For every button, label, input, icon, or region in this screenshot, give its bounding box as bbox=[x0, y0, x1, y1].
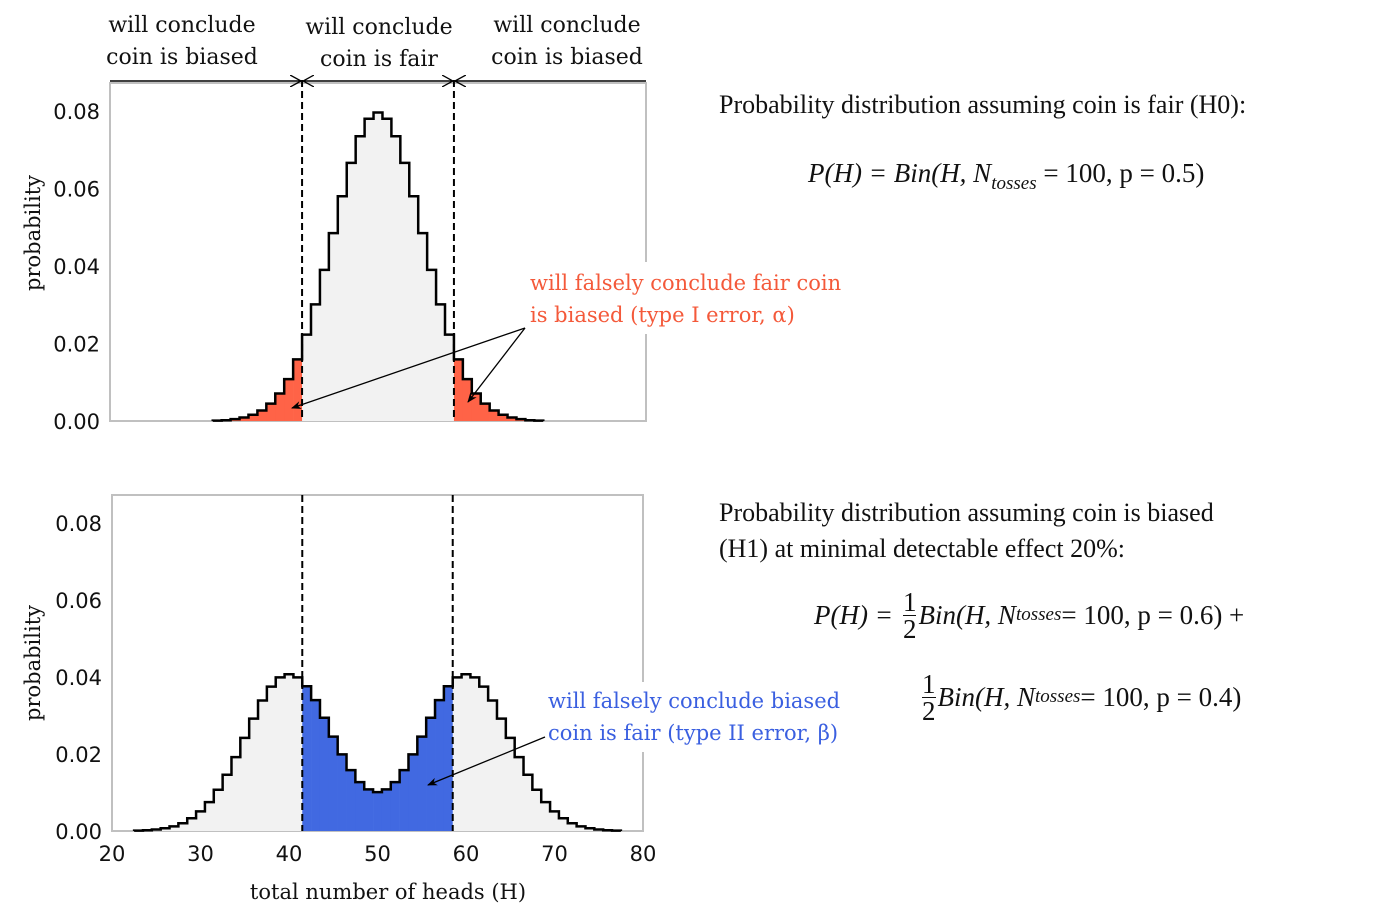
histogram-bar-49 bbox=[364, 789, 374, 831]
histogram-bar-42 bbox=[302, 334, 312, 421]
histogram-bar-38 bbox=[266, 403, 276, 421]
y-tick-label: 0.04 bbox=[55, 666, 102, 690]
histogram-bar-37 bbox=[258, 700, 268, 831]
type2-annotation-line2: coin is fair (type II error, β) bbox=[548, 721, 838, 745]
histogram-bar-52 bbox=[391, 136, 401, 421]
x-tick-label: 20 bbox=[99, 842, 126, 866]
histogram-bar-46 bbox=[337, 196, 348, 421]
top-y-axis-label: probability bbox=[21, 175, 45, 291]
histogram-bar-30 bbox=[196, 811, 206, 831]
type1-annotation-line1: will falsely conclude fair coin bbox=[530, 271, 841, 295]
histogram-bar-51 bbox=[381, 789, 392, 831]
h1-formula-line1: P(H) = 12 Bin(H, Ntosses = 100, p = 0.6)… bbox=[814, 582, 1244, 648]
region-middle-label-line1: will conclude bbox=[305, 15, 452, 40]
histogram-bar-40 bbox=[284, 379, 294, 421]
histogram-bar-31 bbox=[204, 802, 215, 831]
histogram-bar-52 bbox=[390, 782, 400, 831]
histogram-bar-32 bbox=[213, 789, 223, 831]
histogram-bar-42 bbox=[302, 686, 312, 831]
y-tick-label: 0.08 bbox=[55, 512, 102, 536]
histogram-bar-62 bbox=[479, 686, 489, 831]
x-tick-label: 70 bbox=[541, 842, 568, 866]
x-tick-label: 80 bbox=[630, 842, 657, 866]
x-tick-label: 30 bbox=[187, 842, 214, 866]
histogram-bar-33 bbox=[222, 774, 232, 831]
h1-term2-sub: tosses bbox=[1035, 686, 1081, 707]
histogram-bar-34 bbox=[231, 757, 241, 831]
histogram-bar-53 bbox=[399, 770, 409, 831]
bottom-plot-frame bbox=[111, 494, 644, 832]
h1-term1-body: Bin(H, N bbox=[918, 600, 1016, 630]
h0-formula-lhs: P(H) = bbox=[808, 158, 887, 188]
y-tick-label: 0.06 bbox=[53, 178, 100, 202]
histogram-bar-55 bbox=[417, 736, 427, 831]
h1-term2-rest: = 100, p = 0.4) bbox=[1080, 682, 1242, 712]
h1-frac-2: 12 bbox=[922, 668, 936, 726]
histogram-bar-50 bbox=[373, 792, 383, 831]
histogram-bar-39 bbox=[275, 393, 285, 421]
h0-formula-sub: tosses bbox=[991, 173, 1037, 194]
region-left-label-line2: coin is biased bbox=[106, 45, 258, 70]
histogram-bar-36 bbox=[249, 718, 259, 831]
y-tick-label: 0.00 bbox=[53, 410, 100, 434]
histogram-bar-48 bbox=[355, 136, 365, 421]
histogram-bar-56 bbox=[426, 717, 436, 831]
histogram-bar-29 bbox=[187, 818, 197, 831]
x-tick-label: 50 bbox=[364, 842, 391, 866]
h1-frac-1: 12 bbox=[902, 586, 917, 644]
histogram-bar-57 bbox=[435, 700, 445, 831]
region-left-label-line1: will conclude bbox=[108, 13, 255, 38]
histogram-bar-38 bbox=[266, 686, 277, 831]
y-tick-label: 0.04 bbox=[53, 255, 100, 279]
y-tick-label: 0.02 bbox=[55, 743, 102, 767]
histogram-bar-49 bbox=[364, 118, 374, 421]
histogram-bar-47 bbox=[346, 162, 356, 422]
h0-title: Probability distribution assuming coin i… bbox=[719, 90, 1247, 119]
h0-formula-rest: = 100, p = 0.5) bbox=[1036, 158, 1205, 188]
top-chart-h0: 0.00 0.02 0.04 0.06 0.08 probability will co… bbox=[21, 13, 859, 434]
figure: 0.00 0.02 0.04 0.06 0.08 probability will co… bbox=[21, 13, 864, 904]
bottom-y-axis-label: probability bbox=[21, 605, 45, 721]
histogram-bar-61 bbox=[470, 677, 480, 831]
histogram-bar-40 bbox=[284, 674, 294, 831]
histogram-bar-53 bbox=[400, 162, 410, 422]
histogram-bar-60 bbox=[461, 674, 471, 831]
h1-term1-sub: tosses bbox=[1015, 604, 1062, 625]
histogram-bar-41 bbox=[293, 359, 303, 421]
histogram-bar-43 bbox=[311, 700, 321, 831]
histogram-bar-37 bbox=[257, 410, 267, 421]
histogram-bar-59 bbox=[452, 677, 462, 831]
h0-formula: P(H) = Bin(H, Ntosses = 100, p = 0.5) bbox=[808, 156, 1204, 201]
type2-annotation-line1: will falsely conclude biased bbox=[548, 689, 840, 713]
x-tick-label: 40 bbox=[276, 842, 303, 866]
type1-arrow-right bbox=[467, 327, 526, 403]
y-tick-label: 0.02 bbox=[53, 333, 100, 357]
histogram-bar-50 bbox=[373, 112, 383, 422]
h1-term2-body: Bin(H, N bbox=[937, 682, 1036, 712]
histogram-bar-41 bbox=[293, 677, 303, 831]
h1-formula-line2: 12 Bin(H, Ntosses = 100, p = 0.4) bbox=[922, 664, 1241, 730]
h1-title-line2: (H1) at minimal detectable effect 20%: bbox=[719, 534, 1125, 563]
histogram-bar-43 bbox=[311, 304, 321, 421]
histogram-bar-35 bbox=[240, 737, 250, 831]
bottom-x-axis-label: total number of heads (H) bbox=[250, 880, 526, 904]
x-tick-label: 60 bbox=[453, 842, 480, 866]
region-right-label-line1: will conclude bbox=[493, 13, 640, 38]
type1-annotation-line2: is biased (type I error, α) bbox=[530, 303, 795, 327]
y-tick-label: 0.00 bbox=[55, 820, 102, 844]
y-tick-label: 0.08 bbox=[53, 100, 100, 124]
region-right-label-line2: coin is biased bbox=[491, 45, 643, 70]
histogram-bar-54 bbox=[408, 754, 418, 831]
h1-term1-rest: = 100, p = 0.6) + bbox=[1061, 600, 1245, 630]
y-tick-label: 0.06 bbox=[55, 589, 102, 613]
region-middle-label-line2: coin is fair bbox=[320, 47, 438, 72]
h0-formula-body: Bin(H, N bbox=[893, 158, 992, 188]
histogram-bar-39 bbox=[275, 677, 285, 831]
histogram-bar-63 bbox=[488, 700, 498, 831]
histogram-bar-58 bbox=[443, 686, 454, 831]
h1-formula-lhs: P(H) = bbox=[814, 600, 893, 630]
h1-title-line1: Probability distribution assuming coin i… bbox=[719, 498, 1214, 527]
